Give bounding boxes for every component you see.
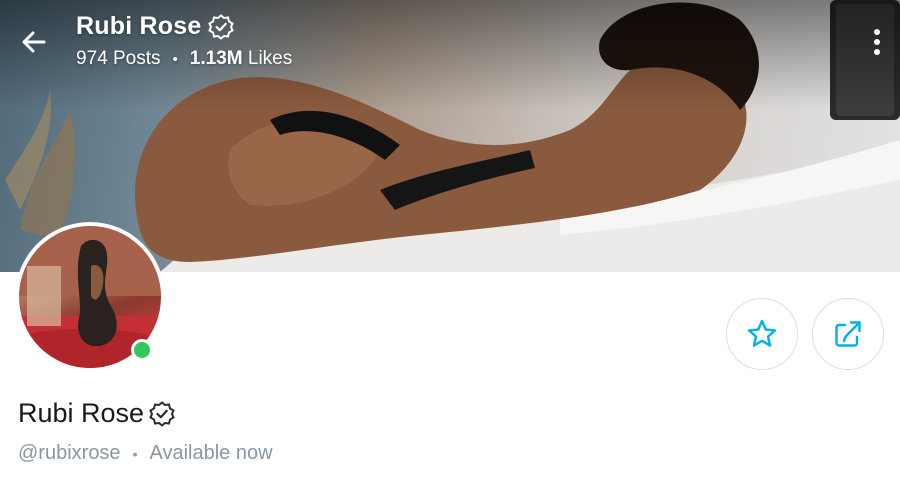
share-icon (835, 321, 861, 347)
profile-name: Rubi Rose (18, 398, 145, 428)
posts-count: 974 (76, 48, 108, 69)
header-title-block: Rubi Rose 974 Posts • 1.13M Likes (76, 12, 292, 70)
availability-status: Available now (149, 442, 273, 464)
profile-meta-row: @rubixrose • Available now (18, 442, 273, 465)
likes-label: Likes (247, 48, 293, 69)
share-profile-button[interactable] (812, 298, 884, 370)
verified-badge-icon (208, 13, 235, 40)
verified-badge-icon (149, 400, 175, 427)
header-stats: 974 Posts • 1.13M Likes (76, 48, 292, 70)
likes-count: 1.13M (189, 48, 243, 69)
profile-name-row: Rubi Rose (18, 398, 176, 429)
back-button[interactable] (14, 22, 54, 62)
posts-label: Posts (112, 48, 161, 69)
profile-handle[interactable]: @rubixrose (18, 442, 121, 465)
top-bar: Rubi Rose 974 Posts • 1.13M Likes (0, 0, 900, 90)
star-icon (747, 319, 777, 347)
meta-separator: • (132, 445, 138, 462)
add-to-favorites-button[interactable] (726, 298, 798, 370)
arrow-left-icon (22, 31, 46, 53)
online-status-indicator (131, 339, 153, 361)
header-name-row: Rubi Rose (76, 12, 292, 41)
more-options-button[interactable] (862, 22, 892, 62)
header-name: Rubi Rose (76, 12, 202, 40)
stats-separator: • (172, 50, 178, 68)
more-vertical-icon (874, 29, 880, 55)
